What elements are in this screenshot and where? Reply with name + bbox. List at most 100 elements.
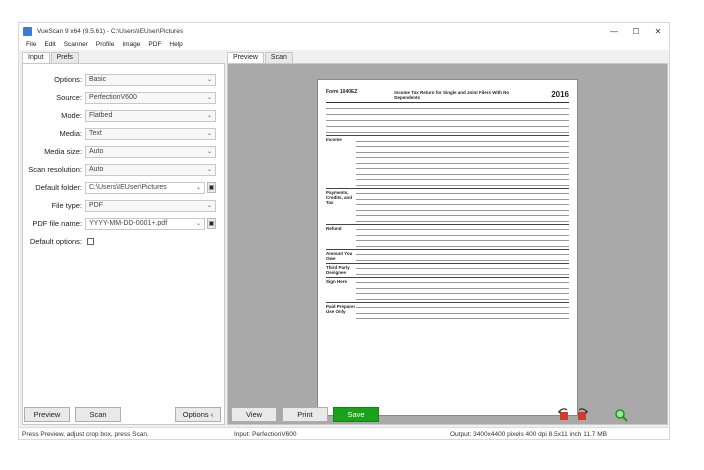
scan-resolution-select[interactable]: Auto ⌄ bbox=[85, 163, 216, 176]
status-output: Output: 3400x4400 pixels 400 dpi 8.5x11 … bbox=[450, 431, 607, 438]
print-button[interactable]: Print bbox=[282, 407, 328, 422]
default-folder-select[interactable]: C:\Users\IEUser\Pictures ⌄ bbox=[85, 181, 205, 194]
chevron-down-icon: ⌄ bbox=[206, 77, 212, 83]
media-row: Media: Text ⌄ bbox=[23, 127, 224, 140]
preview-area[interactable]: Form 1040EZ Income Tax Return for Single… bbox=[227, 63, 668, 425]
scan-button[interactable]: Scan bbox=[75, 407, 121, 422]
section-label: Third Party Designee bbox=[326, 264, 350, 275]
media-label: Media: bbox=[59, 129, 82, 138]
preview-panel: Preview Scan Form 1040EZ Income Tax Retu… bbox=[227, 52, 668, 425]
preview-button[interactable]: Preview bbox=[24, 407, 70, 422]
status-input: Input: PerfectionV600 bbox=[234, 431, 297, 438]
app-window: VueScan 9 x64 (9.5.61) - C:\Users\IEUser… bbox=[18, 22, 670, 440]
options-select[interactable]: Basic ⌄ bbox=[85, 73, 216, 86]
zoom-icon bbox=[615, 409, 628, 422]
media-value: Text bbox=[89, 130, 102, 137]
rotate-right-icon bbox=[578, 408, 588, 420]
mode-value: Flatbed bbox=[89, 112, 113, 119]
form-section: Refund bbox=[326, 223, 569, 247]
media-size-label: Media size: bbox=[44, 147, 82, 156]
form-line bbox=[356, 241, 569, 247]
rotate-right-button[interactable] bbox=[574, 407, 590, 423]
title-bar: VueScan 9 x64 (9.5.61) - C:\Users\IEUser… bbox=[19, 23, 669, 39]
form-line bbox=[356, 294, 569, 300]
chevron-down-icon: ⌄ bbox=[195, 185, 201, 191]
media-size-select[interactable]: Auto ⌄ bbox=[85, 145, 216, 158]
form-line bbox=[356, 216, 569, 222]
settings-body: Options: Basic ⌄ Source: PerfectionV600 … bbox=[22, 63, 225, 425]
browse-file-button[interactable]: ▣ bbox=[207, 218, 216, 229]
form-id: Form 1040EZ bbox=[326, 89, 358, 95]
close-button[interactable]: ✕ bbox=[647, 23, 669, 39]
section-body bbox=[356, 136, 569, 186]
section-body bbox=[356, 225, 569, 247]
scan-resolution-value: Auto bbox=[89, 166, 104, 173]
media-size-value: Auto bbox=[89, 148, 104, 155]
form-line bbox=[356, 255, 569, 261]
form-section: Third Party Designee bbox=[326, 262, 569, 275]
chevron-down-icon: ⌄ bbox=[206, 149, 212, 155]
menu-scanner[interactable]: Scanner bbox=[60, 41, 92, 48]
form-line bbox=[326, 116, 569, 121]
form-section: Paid Preparer Use Only bbox=[326, 301, 569, 319]
pdf-file-name-select[interactable]: YYYY-MM-DD-0001+.pdf ⌄ bbox=[85, 217, 205, 230]
chevron-down-icon: ⌄ bbox=[206, 167, 212, 173]
save-button[interactable]: Save bbox=[333, 407, 379, 422]
file-type-row: File type: PDF ⌄ bbox=[23, 199, 224, 212]
mode-row: Mode: Flatbed ⌄ bbox=[23, 109, 224, 122]
section-label: Refund bbox=[326, 225, 342, 231]
chevron-down-icon: ⌄ bbox=[206, 203, 212, 209]
file-type-select[interactable]: PDF ⌄ bbox=[85, 199, 216, 212]
form-line bbox=[326, 104, 569, 109]
pdf-file-name-row: PDF file name: YYYY-MM-DD-0001+.pdf ⌄ ▣ bbox=[23, 217, 224, 230]
media-size-row: Media size: Auto ⌄ bbox=[23, 145, 224, 158]
mode-select[interactable]: Flatbed ⌄ bbox=[85, 109, 216, 122]
form-header: Form 1040EZ Income Tax Return for Single… bbox=[326, 90, 569, 103]
rotate-left-button[interactable] bbox=[556, 407, 572, 423]
tab-scan[interactable]: Scan bbox=[264, 52, 293, 63]
menu-edit[interactable]: Edit bbox=[40, 41, 59, 48]
chevron-down-icon: ⌄ bbox=[206, 95, 212, 101]
form-section: Income bbox=[326, 135, 569, 186]
tab-input[interactable]: Input bbox=[22, 52, 50, 63]
status-bar: Press Preview, adjust crop box, press Sc… bbox=[19, 427, 669, 439]
menu-file[interactable]: File bbox=[22, 41, 40, 48]
section-label: Sign Here bbox=[326, 278, 348, 284]
tab-prefs[interactable]: Prefs bbox=[50, 52, 79, 63]
pdf-file-name-label: PDF file name: bbox=[32, 219, 82, 228]
options-label: Options: bbox=[54, 75, 82, 84]
options-button[interactable]: Options ‹ bbox=[175, 407, 221, 422]
form-line bbox=[356, 180, 569, 186]
media-select[interactable]: Text ⌄ bbox=[85, 127, 216, 140]
source-value: PerfectionV600 bbox=[89, 94, 137, 101]
view-button[interactable]: View bbox=[231, 407, 277, 422]
menu-pdf[interactable]: PDF bbox=[144, 41, 165, 48]
form-line bbox=[326, 110, 569, 115]
menu-help[interactable]: Help bbox=[165, 41, 186, 48]
source-select[interactable]: PerfectionV600 ⌄ bbox=[85, 91, 216, 104]
chevron-down-icon: ⌄ bbox=[206, 131, 212, 137]
file-type-value: PDF bbox=[89, 202, 103, 209]
form-line bbox=[356, 269, 569, 275]
menu-image[interactable]: Image bbox=[118, 41, 144, 48]
menu-profile[interactable]: Profile bbox=[92, 41, 118, 48]
window-title: VueScan 9 x64 (9.5.61) - C:\Users\IEUser… bbox=[37, 27, 184, 35]
form-year: 2016 bbox=[551, 90, 569, 99]
form-title: Income Tax Return for Single and Joint F… bbox=[394, 90, 510, 100]
minimize-button[interactable]: — bbox=[603, 23, 625, 39]
chevron-down-icon: ⌄ bbox=[195, 221, 201, 227]
default-options-checkbox[interactable] bbox=[87, 238, 94, 245]
tab-preview[interactable]: Preview bbox=[227, 52, 264, 63]
default-folder-row: Default folder: C:\Users\IEUser\Pictures… bbox=[23, 181, 224, 194]
scanned-document[interactable]: Form 1040EZ Income Tax Return for Single… bbox=[317, 79, 578, 416]
default-folder-value: C:\Users\IEUser\Pictures bbox=[89, 184, 167, 191]
settings-panel: Input Prefs Options: Basic ⌄ Source: Per… bbox=[22, 52, 225, 425]
maximize-button[interactable]: ☐ bbox=[625, 23, 647, 39]
section-label: Income bbox=[326, 137, 342, 142]
section-body bbox=[356, 189, 569, 222]
section-body bbox=[356, 303, 569, 319]
browse-folder-button[interactable]: ▣ bbox=[207, 182, 216, 193]
status-hint: Press Preview, adjust crop box, press Sc… bbox=[22, 431, 149, 438]
zoom-button[interactable] bbox=[613, 407, 629, 423]
section-label: Payments, Credits, and Tax bbox=[326, 189, 353, 205]
